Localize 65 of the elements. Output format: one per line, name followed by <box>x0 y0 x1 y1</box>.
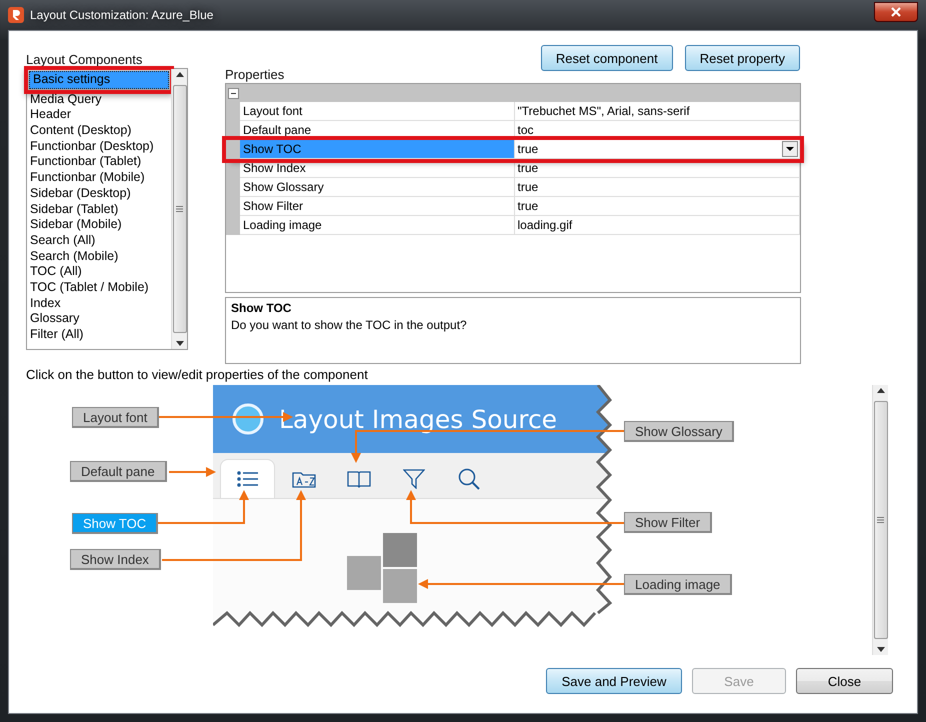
list-item[interactable]: Functionbar (Mobile) <box>27 170 171 186</box>
property-value[interactable]: loading.gif <box>514 216 800 235</box>
property-name[interactable]: Show Glossary <box>240 178 515 197</box>
list-item[interactable]: Header <box>27 107 171 124</box>
grip-icon[interactable] <box>176 206 183 212</box>
component-callout[interactable]: Layout font <box>72 407 160 428</box>
collapse-icon[interactable] <box>228 88 239 98</box>
list-item[interactable]: Sidebar (Tablet) <box>27 202 171 218</box>
property-name[interactable]: Layout font <box>240 102 515 121</box>
list-icon <box>236 470 258 488</box>
component-callout[interactable]: Default pane <box>70 461 167 482</box>
property-name[interactable]: Show Filter <box>240 197 515 216</box>
footer-button[interactable]: Close <box>796 668 893 694</box>
component-callout[interactable]: Show Glossary <box>624 421 734 442</box>
caret-icon[interactable] <box>786 147 794 151</box>
list-item[interactable]: TOC (Tablet / Mobile) <box>27 280 171 296</box>
list-item[interactable]: TOC (All) <box>27 264 171 280</box>
scroll-down-icon[interactable] <box>176 341 184 346</box>
list-item[interactable]: Search (All) <box>27 232 171 249</box>
list-item[interactable]: Index <box>27 296 171 312</box>
list-item[interactable]: Filter (All) <box>27 327 171 343</box>
close-button[interactable] <box>874 2 918 22</box>
az-folder-icon <box>292 470 316 488</box>
description-text: Do you want to show the TOC in the output? <box>231 318 468 332</box>
list-item[interactable]: Sidebar (Desktop) <box>27 186 171 202</box>
property-value[interactable]: true <box>514 178 800 197</box>
component-callout[interactable]: Show Filter <box>624 512 712 533</box>
preview-hint: Click on the button to view/edit properties of the component <box>26 367 369 382</box>
search-icon <box>458 468 480 490</box>
list-item[interactable]: Functionbar (Desktop) <box>27 138 171 154</box>
list-item[interactable]: Media Query <box>27 92 171 108</box>
property-value[interactable]: true <box>514 140 800 159</box>
scroll-down-icon[interactable] <box>876 647 884 652</box>
properties-label: Properties <box>225 66 286 83</box>
list-item[interactable]: Search (Mobile) <box>27 248 171 264</box>
list-item[interactable]: Sidebar (Mobile) <box>27 217 171 233</box>
funnel-icon <box>402 469 424 489</box>
list-item[interactable]: Content (Desktop) <box>27 123 171 139</box>
scrollbar[interactable] <box>171 69 187 349</box>
property-value[interactable]: "Trebuchet MS", Arial, sans-serif <box>514 102 800 121</box>
loading-image-icon <box>347 533 418 603</box>
window-title: Layout Customization: Azure_Blue <box>30 8 214 22</box>
app-logo-icon <box>8 7 24 23</box>
dropdown-button[interactable] <box>782 141 798 157</box>
scroll-up-icon[interactable] <box>176 72 184 77</box>
list-item[interactable]: Glossary <box>27 311 171 327</box>
scrollbar[interactable] <box>872 385 888 655</box>
component-callout[interactable]: Loading image <box>624 574 732 595</box>
property-value[interactable]: true <box>514 197 800 216</box>
components-label: Layout Components <box>26 51 144 68</box>
reset-button[interactable]: Reset component <box>540 45 673 71</box>
property-name[interactable]: Loading image <box>240 216 515 235</box>
book-icon <box>346 470 370 488</box>
reset-button[interactable]: Reset property <box>684 45 800 71</box>
scroll-up-icon[interactable] <box>876 388 884 393</box>
close-icon[interactable] <box>890 7 902 17</box>
property-name[interactable]: Show TOC <box>240 140 515 159</box>
description-title: Show TOC <box>231 301 292 315</box>
footer-button[interactable]: Save and Preview <box>546 668 682 694</box>
component-callout[interactable]: Show Index <box>70 549 161 570</box>
grip-icon[interactable] <box>877 517 884 523</box>
circle-icon <box>232 403 264 435</box>
list-item[interactable]: Functionbar (Tablet) <box>27 154 171 170</box>
preview-title: Layout Images Source <box>279 404 558 434</box>
leader-arrow <box>169 467 216 477</box>
